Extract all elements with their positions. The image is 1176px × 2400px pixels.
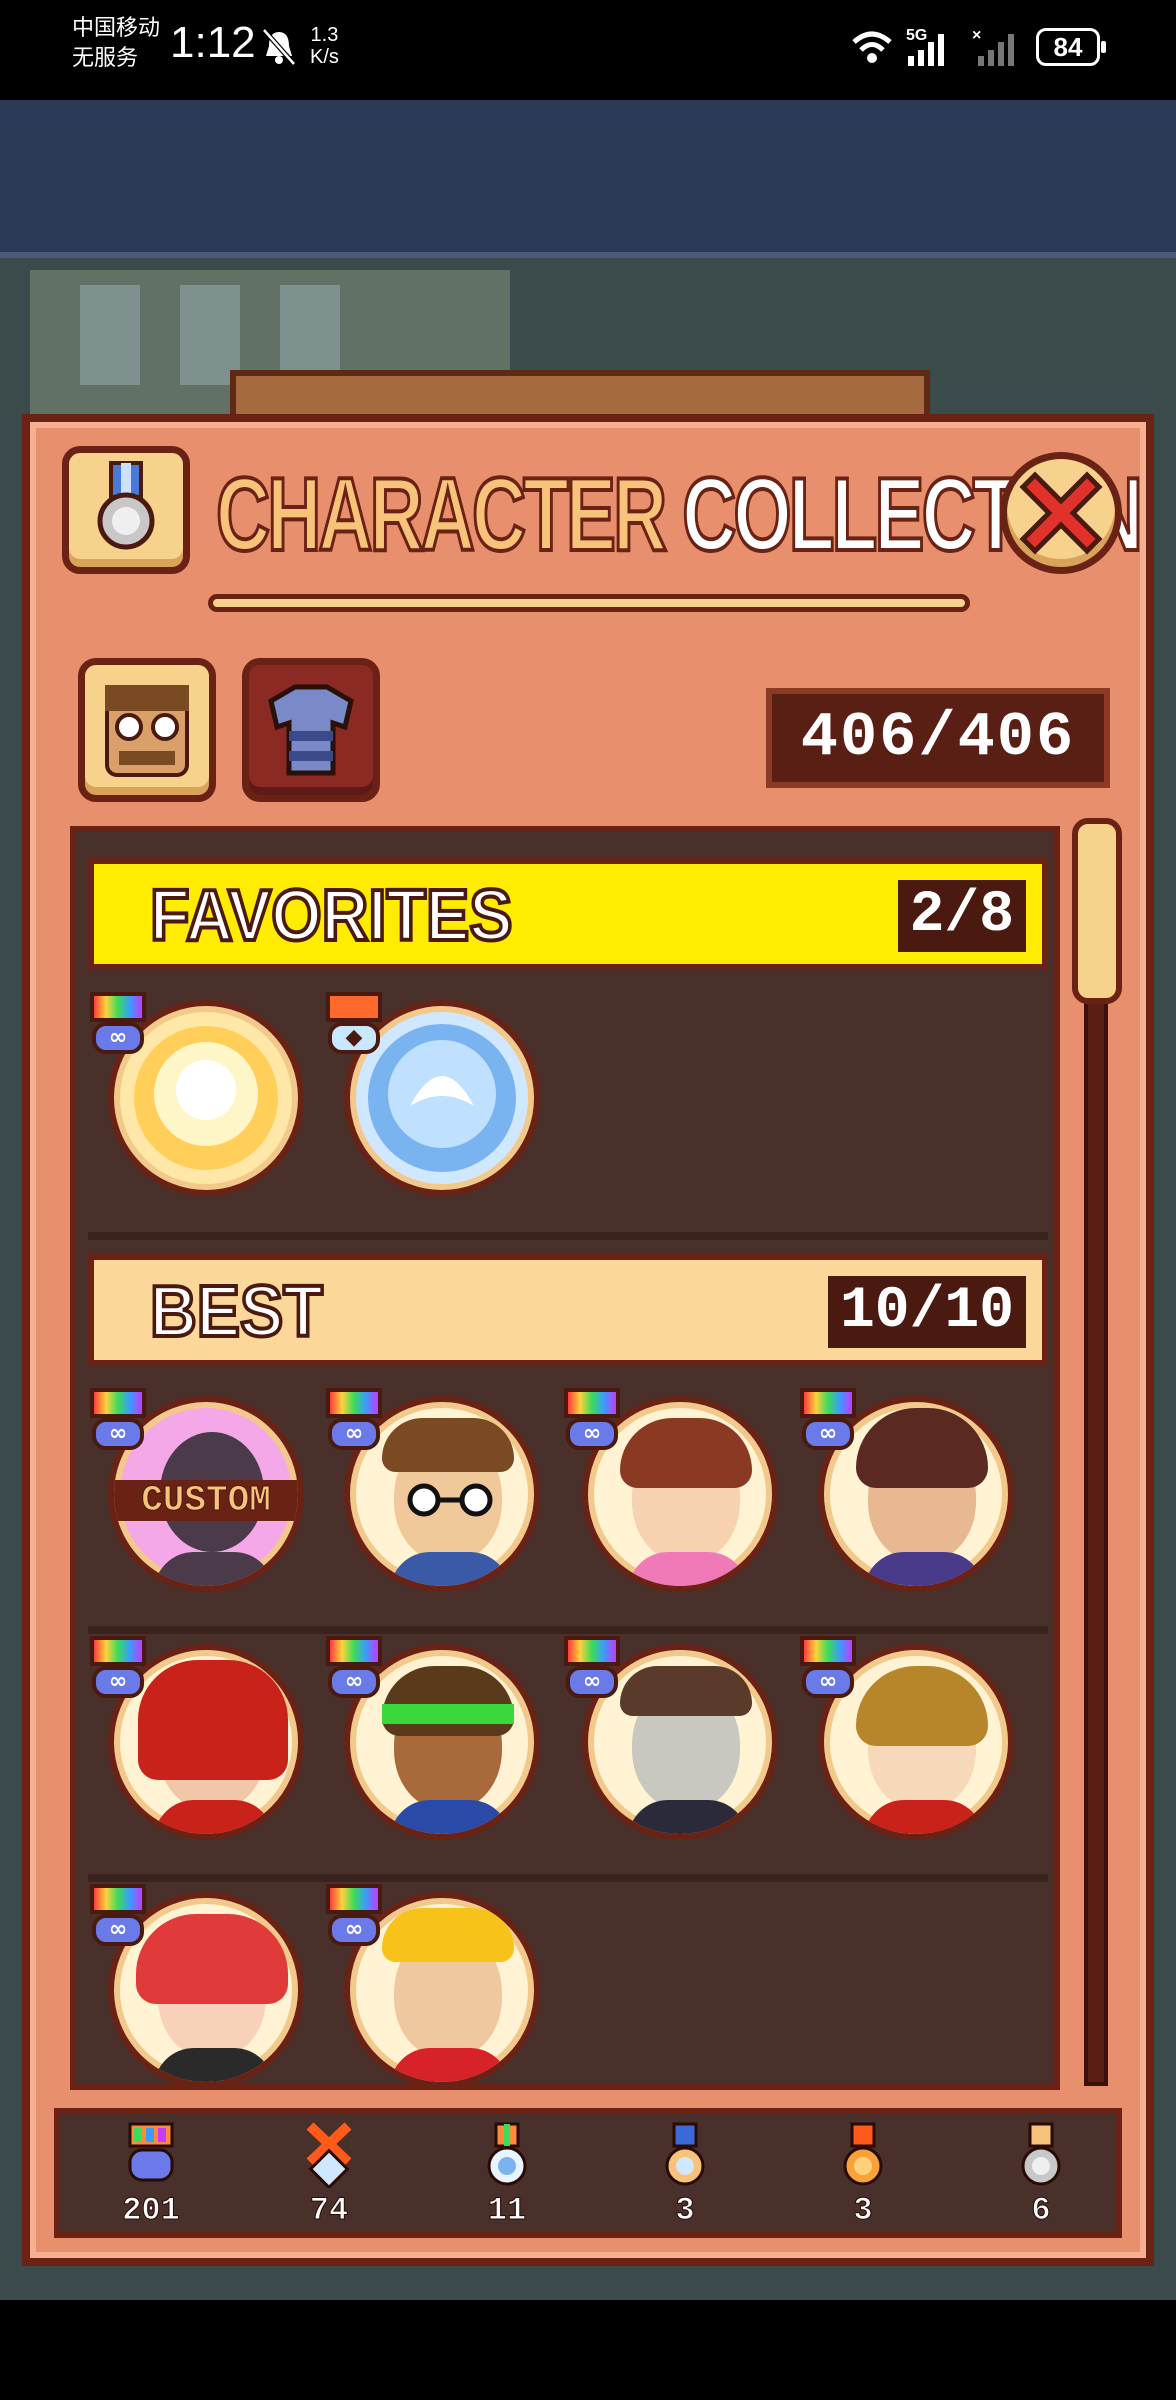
carrier-service: 无服务 — [72, 46, 139, 71]
hair — [620, 1418, 752, 1488]
clothes — [390, 2048, 510, 2082]
page-title: CHARACTER COLLECTION — [215, 450, 1145, 580]
close-button[interactable] — [1000, 452, 1122, 574]
glasses-face-icon — [105, 685, 189, 777]
favorites-header: FAVORITES 2/8 — [88, 858, 1048, 970]
clothes — [154, 2048, 274, 2082]
signal-5g-icon: 5G — [906, 27, 944, 66]
clothes — [864, 1552, 984, 1586]
status-bar: 中国移动 无服务 1:12 1.3 K/s 5G × 84 — [0, 0, 1176, 100]
carrier-info: 中国移动 无服务 — [72, 14, 160, 74]
tally-silver: 6 — [996, 2122, 1086, 2232]
scrollbar-thumb[interactable] — [1072, 818, 1122, 1004]
background-window — [80, 285, 140, 385]
rainbow-infinity-medal-icon: ∞ — [326, 1636, 382, 1706]
clothes — [390, 1552, 510, 1586]
tally-count: 3 — [675, 2192, 695, 2230]
silent-bell-icon — [262, 28, 296, 66]
clothes — [628, 1552, 748, 1586]
blue-gem-medal-icon — [665, 2122, 705, 2186]
signal-icons: 5G × — [852, 27, 1014, 66]
tally-blue-gem: 3 — [640, 2122, 730, 2232]
cap — [382, 1908, 514, 1962]
rainbow-infinity-medal-icon: ∞ — [326, 1884, 382, 1954]
tally-count: 201 — [122, 2192, 181, 2230]
net-speed: 1.3 K/s — [310, 24, 339, 68]
tally-diamond: 11 — [462, 2122, 552, 2232]
silhouette-body — [154, 1552, 274, 1586]
net-speed-unit: K/s — [310, 46, 339, 68]
hair — [856, 1666, 988, 1746]
carrier-name: 中国移动 — [72, 16, 161, 41]
hood — [138, 1660, 288, 1780]
title-word-1: CHARACTER — [215, 455, 669, 575]
tab-outfits[interactable] — [242, 658, 380, 802]
row-divider — [88, 1874, 1048, 1882]
tally-orange-cross: 74 — [284, 2122, 374, 2232]
diamond-medal-icon — [487, 2122, 527, 2186]
medal-tally: 201 74 11 3 3 6 — [54, 2108, 1122, 2238]
rainbow-infinity-medal-icon: ∞ — [800, 1636, 856, 1706]
tally-bronze: 3 — [818, 2122, 908, 2232]
hair — [382, 1666, 514, 1736]
tally-count: 74 — [309, 2192, 349, 2230]
silver-medal-icon — [1021, 2122, 1061, 2186]
best-label: BEST — [148, 1270, 324, 1354]
shirt-icon — [268, 684, 354, 776]
orange-cross-medal-icon: ◆ — [326, 992, 382, 1062]
rainbow-infinity-medal-icon: ∞ — [90, 1636, 146, 1706]
clothes — [390, 1800, 510, 1834]
collection-count: 406/406 — [766, 688, 1110, 788]
svg-text:×: × — [972, 27, 981, 44]
rainbow-infinity-medal-icon: ∞ — [800, 1388, 856, 1458]
hair — [382, 1418, 514, 1472]
bronze-medal-icon — [843, 2122, 883, 2186]
net-speed-value: 1.3 — [310, 24, 339, 46]
orange-cross-medal-icon — [306, 2122, 352, 2188]
glasses-icon — [407, 1483, 493, 1517]
rainbow-infinity-medal-icon: ∞ — [90, 1388, 146, 1458]
hat — [856, 1408, 988, 1488]
tally-count: 11 — [487, 2192, 527, 2230]
svg-text:5G: 5G — [906, 27, 927, 44]
rainbow-infinity-medal-icon: ∞ — [564, 1388, 620, 1458]
medal-icon — [97, 461, 155, 550]
custom-label: CUSTOM — [114, 1480, 298, 1522]
signal-no-service-icon: × — [972, 27, 1014, 66]
best-count: 10/10 — [827, 1276, 1026, 1348]
headband — [382, 1704, 514, 1724]
title-underline — [208, 594, 970, 612]
tally-rainbow-infinity: 201 — [106, 2122, 196, 2232]
battery-indicator: 84 — [1036, 28, 1106, 66]
clothes — [154, 1800, 274, 1834]
hair — [620, 1666, 752, 1716]
best-header: BEST 10/10 — [88, 1254, 1048, 1366]
favorites-label: FAVORITES — [148, 874, 514, 958]
favorites-count: 2/8 — [897, 880, 1026, 952]
clothes — [864, 1800, 984, 1834]
tally-count: 6 — [1031, 2192, 1051, 2230]
wifi-icon — [852, 31, 892, 63]
top-banner-area — [0, 100, 1176, 258]
clothes — [628, 1800, 748, 1834]
hair — [136, 1914, 288, 2004]
system-navigation-bar — [0, 2300, 1176, 2400]
tab-characters[interactable] — [78, 658, 216, 802]
section-divider — [88, 1232, 1048, 1240]
rainbow-infinity-medal-icon: ∞ — [90, 1884, 146, 1954]
tally-count: 3 — [853, 2192, 873, 2230]
close-icon — [1019, 471, 1103, 555]
rainbow-infinity-medal-icon: ∞ — [326, 1388, 382, 1458]
clock: 1:12 — [170, 18, 256, 67]
rainbow-infinity-medal-icon: ∞ — [564, 1636, 620, 1706]
rainbow-infinity-medal-icon: ∞ — [90, 992, 146, 1062]
row-divider — [88, 1626, 1048, 1634]
rainbow-infinity-medal-icon — [128, 2122, 174, 2182]
character-list[interactable]: FAVORITES 2/8 ∞ ◆ BEST 10/10 CUSTOM ∞ ∞ … — [70, 826, 1060, 2090]
medal-button[interactable] — [62, 446, 190, 574]
scrollbar-track[interactable] — [1084, 820, 1108, 2086]
